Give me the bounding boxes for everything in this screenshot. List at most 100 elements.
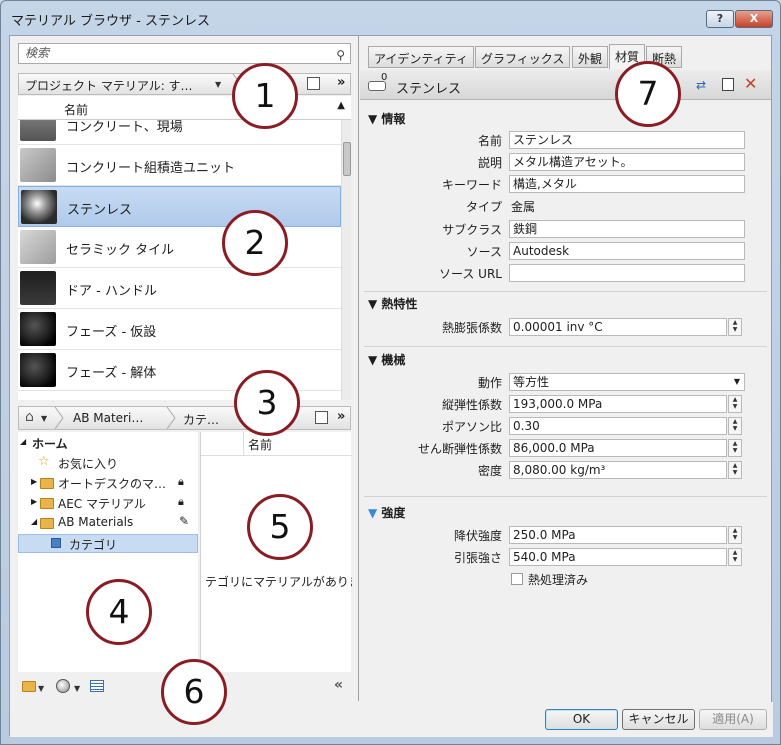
thermal-expansion-stepper[interactable]: ▲ ▼ (728, 318, 742, 336)
subclass-label: サブクラス (442, 223, 502, 237)
tab-identity[interactable]: アイデンティティ (368, 46, 474, 68)
breadcrumb-library[interactable]: AB Materi… (73, 411, 143, 425)
list-item[interactable]: フェーズ - 仮設 (18, 309, 341, 350)
section-strength[interactable]: ▼ 強度 (368, 504, 405, 521)
folder-icon (40, 498, 54, 509)
sort-ascending-icon[interactable]: ▲ (337, 100, 345, 111)
shear-modulus-stepper[interactable]: ▲ ▼ (728, 439, 742, 457)
poisson-ratio-stepper[interactable]: ▲ ▼ (728, 417, 742, 435)
tree-label: カテゴリ (69, 538, 118, 552)
thermal-expansion-field[interactable]: 0.00001 inv °C (509, 318, 727, 336)
youngs-modulus-stepper[interactable]: ▲ ▼ (728, 395, 742, 413)
source-field[interactable]: Autodesk (509, 242, 745, 260)
pencil-icon[interactable]: ✎ (179, 514, 189, 528)
remove-asset-icon[interactable]: ✕ (744, 74, 757, 93)
search-input[interactable]: 検索 ⚲ (18, 43, 351, 64)
collapse-panel-icon[interactable]: « (334, 677, 343, 693)
list-item[interactable]: コンクリート組積造ユニット (18, 145, 341, 186)
callout-4: 4 (86, 579, 152, 645)
chevron-down-icon[interactable]: ▼ (215, 80, 221, 89)
callout-5: 5 (247, 494, 313, 560)
behavior-select[interactable]: 等方性 ▼ (509, 373, 745, 391)
collapse-arrow-icon[interactable]: ◢ (20, 437, 26, 446)
type-label: タイプ (465, 200, 502, 214)
view-toggle-icon[interactable] (315, 411, 328, 424)
tensile-strength-label: 引張強さ (453, 551, 502, 565)
shear-modulus-field[interactable]: 86,000.0 MPa (509, 439, 727, 457)
chevron-down-icon[interactable]: ▼ (734, 374, 740, 390)
keywords-field[interactable]: 構造,メタル (509, 175, 745, 193)
tree-node-category[interactable]: カテゴリ (18, 534, 198, 553)
material-list-header[interactable]: 名前 ▲ (18, 96, 351, 120)
create-material-icon[interactable] (56, 679, 70, 693)
tree-node-favorites[interactable]: ☆ お気に入り (18, 454, 198, 473)
density-stepper[interactable]: ▲ ▼ (728, 461, 742, 479)
collapse-arrow-icon[interactable]: ▼ (368, 506, 381, 520)
help-button[interactable]: ? (706, 10, 734, 28)
poisson-ratio-field[interactable]: 0.30 (509, 417, 727, 435)
material-name: コンクリート組積造ユニット (66, 161, 236, 176)
expand-arrows-icon[interactable]: » (337, 409, 345, 424)
library-folder-icon[interactable] (22, 681, 36, 692)
ok-button[interactable]: OK (545, 709, 618, 730)
cancel-button[interactable]: キャンセル (622, 709, 695, 730)
youngs-modulus-label: 縦弾性係数 (441, 398, 502, 412)
stainless-thumbnail (21, 190, 57, 224)
list-item-selected[interactable]: ステンレス (18, 186, 341, 227)
tree-node-ab-materials[interactable]: ◢ AB Materials ✎ (18, 514, 198, 533)
replace-asset-icon[interactable]: ⇄ (696, 78, 706, 92)
asset-editor-pane: アイデンティティ グラフィックス 外観 材質 断熱 0 ステンレス ⇄ ✕ ▼ … (360, 36, 771, 701)
density-field[interactable]: 8,080.00 kg/m³ (509, 461, 727, 479)
expand-arrow-icon[interactable]: ▶ (31, 497, 37, 506)
section-thermal[interactable]: ▼ 熱特性 (368, 295, 417, 312)
tensile-strength-stepper[interactable]: ▲ ▼ (728, 548, 742, 566)
window-title: マテリアル ブラウザ - ステンレス (11, 14, 210, 29)
view-toggle-icon[interactable] (307, 77, 320, 90)
tab-appearance[interactable]: 外観 (572, 46, 609, 68)
subclass-field[interactable]: 鉄鋼 (509, 220, 745, 238)
chevron-down-icon[interactable]: ▼ (74, 684, 80, 693)
apply-button[interactable]: 適用(A) (699, 709, 767, 730)
collapse-arrow-icon[interactable]: ◢ (31, 517, 37, 526)
description-field[interactable]: メタル構造アセット。 (509, 153, 745, 171)
list-item[interactable]: コンクリート、現場 (18, 120, 341, 145)
list-item[interactable]: セラミック タイル (18, 227, 341, 268)
collapse-arrow-icon[interactable]: ▼ (368, 112, 381, 126)
tree-node-aec[interactable]: ▶ AEC マテリアル 🔒︎ (18, 494, 198, 513)
collapse-arrow-icon[interactable]: ▼ (368, 297, 381, 311)
list-item[interactable]: ドア - ハンドル (18, 268, 341, 309)
yield-strength-field[interactable]: 250.0 MPa (509, 526, 727, 544)
name-column-header[interactable]: 名前 (64, 101, 88, 118)
youngs-modulus-field[interactable]: 193,000.0 MPa (509, 395, 727, 413)
section-information[interactable]: ▼ 情報 (368, 110, 405, 127)
yield-strength-stepper[interactable]: ▲ ▼ (728, 526, 742, 544)
expand-arrows-icon[interactable]: » (337, 75, 345, 90)
chevron-down-icon[interactable]: ▼ (41, 414, 47, 423)
tree-node-autodesk[interactable]: ▶ オートデスクのマ… 🔒︎ (18, 474, 198, 493)
search-icon[interactable]: ⚲ (336, 46, 345, 65)
duplicate-asset-icon[interactable] (722, 78, 734, 91)
asset-editor-icon[interactable] (90, 680, 104, 692)
category-icon (51, 538, 61, 548)
breadcrumb-category[interactable]: カテ… (183, 411, 219, 428)
tree-label: お気に入り (58, 457, 119, 471)
material-list-scrollbar[interactable] (341, 120, 351, 400)
heat-treated-checkbox[interactable] (511, 573, 523, 585)
scrollbar-thumb[interactable] (343, 142, 351, 176)
project-materials-filter[interactable]: プロジェクト マテリアル: す… (25, 77, 193, 94)
source-url-field[interactable] (509, 264, 745, 282)
close-window-button[interactable]: X (735, 10, 773, 28)
section-mechanical[interactable]: ▼ 機械 (368, 351, 405, 368)
expand-arrow-icon[interactable]: ▶ (31, 477, 37, 486)
collapse-arrow-icon[interactable]: ▼ (368, 353, 381, 367)
tab-graphics[interactable]: グラフィックス (475, 46, 571, 68)
chevron-down-icon[interactable]: ▼ (38, 684, 44, 693)
source-label: ソース (466, 245, 502, 259)
tree-node-home[interactable]: ◢ ホーム (18, 434, 198, 453)
name-field[interactable]: ステンレス (509, 131, 745, 149)
section-title: 熱特性 (381, 297, 418, 311)
keywords-label: キーワード (441, 178, 502, 192)
tensile-strength-field[interactable]: 540.0 MPa (509, 548, 727, 566)
callout-3: 3 (234, 370, 300, 436)
home-icon[interactable]: ⌂ (25, 409, 34, 425)
